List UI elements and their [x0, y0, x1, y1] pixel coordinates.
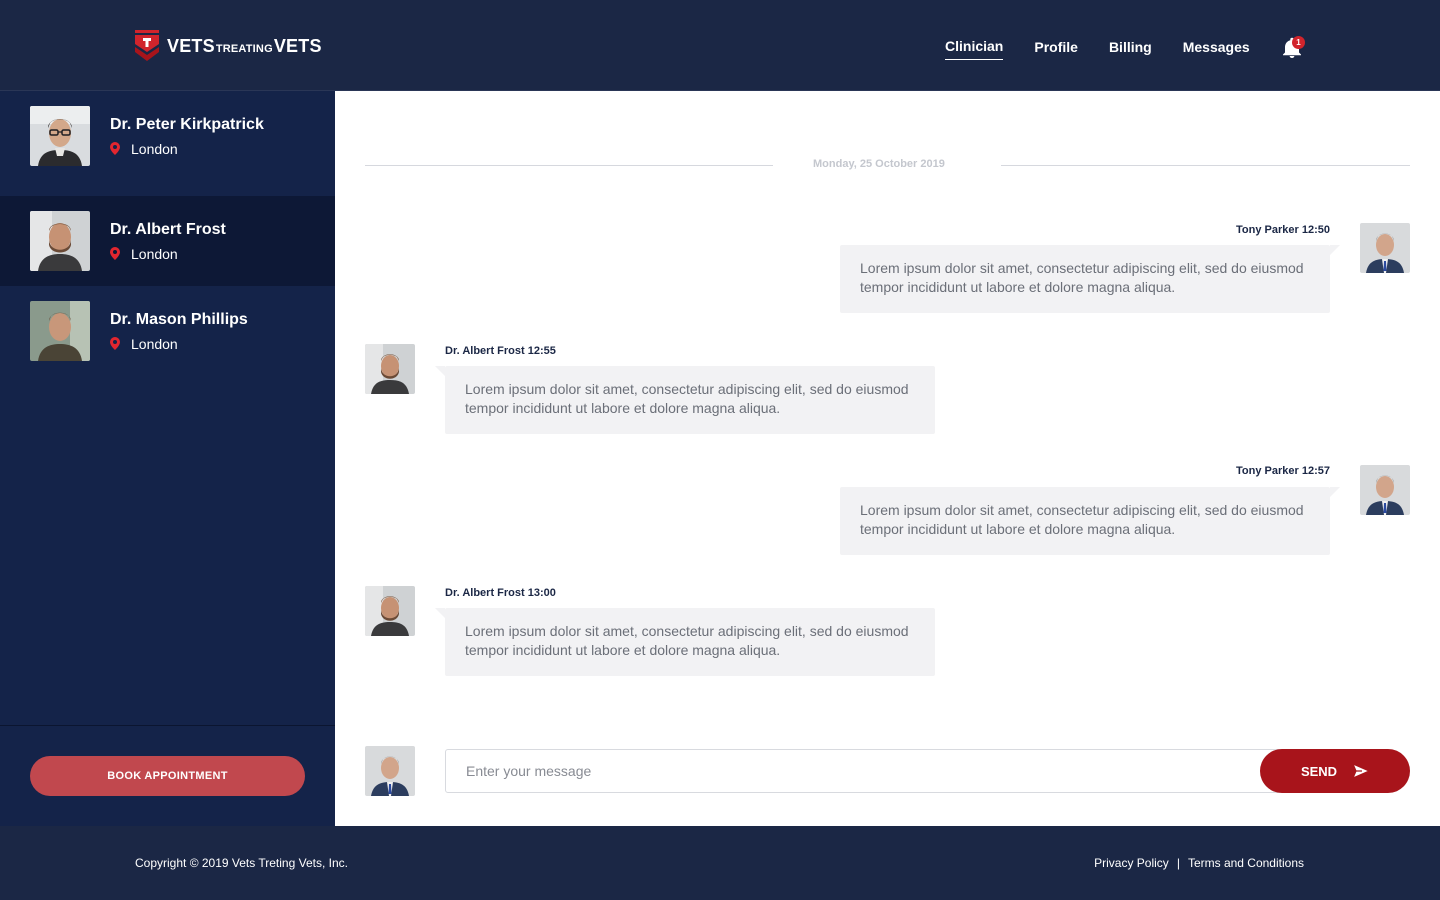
contact-item-albert-frost[interactable]: Dr. Albert Frost London — [0, 196, 335, 286]
date-label: Monday, 25 October 2019 — [813, 158, 945, 170]
nav-clinician[interactable]: Clinician — [945, 38, 1004, 60]
contact-location: London — [110, 141, 264, 157]
composer-avatar — [365, 746, 415, 796]
avatar — [30, 211, 90, 271]
message-bubble: Lorem ipsum dolor sit amet, consectetur … — [435, 366, 935, 434]
terms-link[interactable]: Terms and Conditions — [1188, 856, 1304, 870]
footer-links: Privacy Policy | Terms and Conditions — [1094, 856, 1304, 870]
message-header: Dr. Albert Frost 12:55 — [445, 345, 556, 357]
message-bubble: Lorem ipsum dolor sit amet, consectetur … — [840, 245, 1340, 313]
message-header: Tony Parker 12:57 — [1236, 465, 1330, 477]
contact-name: Dr. Peter Kirkpatrick — [110, 115, 264, 133]
book-appointment-button[interactable]: BOOK APPOINTMENT — [30, 756, 305, 796]
copyright-text: Copyright © 2019 Vets Treting Vets, Inc. — [135, 856, 348, 870]
contact-location: London — [110, 336, 248, 352]
user-avatar — [1360, 465, 1410, 515]
send-icon — [1353, 764, 1370, 778]
contact-location-text: London — [131, 245, 178, 262]
message-input[interactable] — [445, 749, 1295, 793]
contact-info: Dr. Mason Phillips London — [110, 311, 248, 352]
avatar — [30, 301, 90, 361]
contact-avatar — [365, 344, 415, 394]
contact-location-text: London — [131, 140, 178, 157]
brand-part-2: TREATING — [215, 42, 273, 55]
contact-avatar — [365, 586, 415, 636]
send-button[interactable]: SEND — [1260, 749, 1410, 793]
contact-location-text: London — [131, 335, 178, 352]
main-nav: Clinician Profile Billing Messages — [945, 38, 1281, 60]
message-header: Tony Parker 12:50 — [1236, 224, 1330, 236]
map-pin-icon — [110, 247, 120, 260]
nav-profile[interactable]: Profile — [1034, 39, 1078, 60]
user-avatar — [1360, 223, 1410, 273]
contact-location: London — [110, 246, 226, 262]
contact-item-mason-phillips[interactable]: Dr. Mason Phillips London — [0, 286, 335, 376]
top-header: VETS TREATING VETS Clinician Profile Bil… — [0, 0, 1440, 91]
contact-info: Dr. Albert Frost London — [110, 221, 226, 262]
nav-messages[interactable]: Messages — [1183, 39, 1250, 60]
contact-info: Dr. Peter Kirkpatrick London — [110, 116, 264, 157]
avatar — [30, 106, 90, 166]
contact-item-peter-kirkpatrick[interactable]: Dr. Peter Kirkpatrick London — [0, 91, 335, 181]
footer-separator: | — [1176, 856, 1180, 870]
chat-panel: Monday, 25 October 2019 Tony Parker 12:5… — [335, 91, 1440, 826]
notification-badge: 1 — [1292, 36, 1305, 49]
page-footer: Copyright © 2019 Vets Treting Vets, Inc.… — [0, 826, 1440, 900]
brand-name: VETS TREATING VETS — [167, 36, 322, 57]
brand-part-3: VETS — [273, 35, 322, 56]
message-header: Dr. Albert Frost 13:00 — [445, 587, 556, 599]
map-pin-icon — [110, 337, 120, 350]
contacts-sidebar: Dr. Peter Kirkpatrick London Dr. Albert … — [0, 91, 335, 826]
date-divider-left — [365, 165, 773, 166]
message-bubble: Lorem ipsum dolor sit amet, consectetur … — [435, 608, 935, 676]
privacy-policy-link[interactable]: Privacy Policy — [1094, 856, 1169, 870]
date-divider-right — [1001, 165, 1410, 166]
contact-name: Dr. Albert Frost — [110, 220, 226, 238]
send-button-label: SEND — [1300, 763, 1338, 779]
brand-logo[interactable]: VETS TREATING VETS — [134, 30, 322, 62]
sidebar-divider — [0, 725, 335, 726]
nav-billing[interactable]: Billing — [1109, 39, 1152, 60]
brand-part-1: VETS — [167, 35, 215, 56]
contact-name: Dr. Mason Phillips — [110, 310, 248, 328]
message-bubble: Lorem ipsum dolor sit amet, consectetur … — [840, 487, 1340, 555]
shield-logo-icon — [135, 30, 159, 61]
map-pin-icon — [110, 142, 120, 155]
